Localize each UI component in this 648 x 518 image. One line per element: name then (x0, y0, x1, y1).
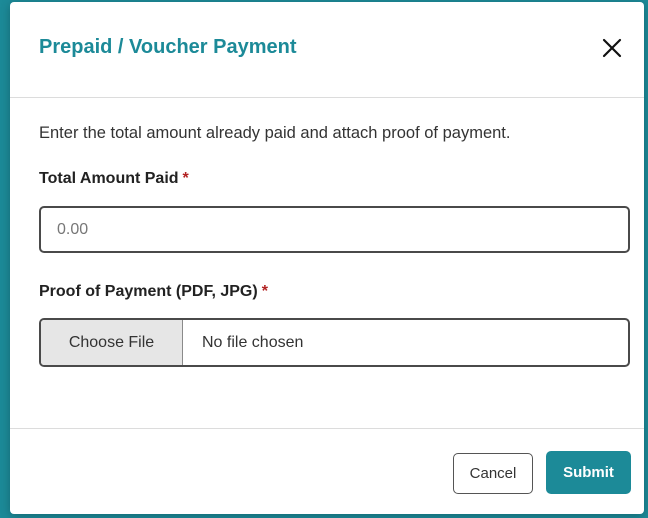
modal-title: Prepaid / Voucher Payment (39, 36, 297, 58)
proof-label: Proof of Payment (PDF, JPG) * (39, 283, 630, 303)
choose-file-button[interactable]: Choose File (41, 320, 183, 365)
file-status: No file chosen (202, 333, 304, 351)
amount-label-text: Total Amount Paid (39, 170, 179, 187)
submit-button[interactable]: Submit (546, 451, 631, 494)
required-marker: * (182, 170, 189, 187)
cancel-button[interactable]: Cancel (453, 453, 533, 494)
modal-footer: Cancel Submit (10, 428, 644, 514)
proof-label-text: Proof of Payment (PDF, JPG) (39, 283, 258, 300)
intro-text: Enter the total amount already paid and … (39, 124, 511, 142)
proof-file-input[interactable]: Choose File No file chosen (39, 318, 630, 367)
required-marker: * (261, 283, 268, 300)
modal-header: Prepaid / Voucher Payment (10, 2, 644, 98)
total-amount-input[interactable] (39, 206, 630, 253)
close-button[interactable] (592, 30, 632, 70)
amount-label: Total Amount Paid * (39, 170, 630, 190)
modal-body: Enter the total amount already paid and … (10, 98, 644, 367)
close-icon (602, 38, 622, 61)
payment-modal: Prepaid / Voucher Payment Enter the tota… (10, 2, 644, 514)
